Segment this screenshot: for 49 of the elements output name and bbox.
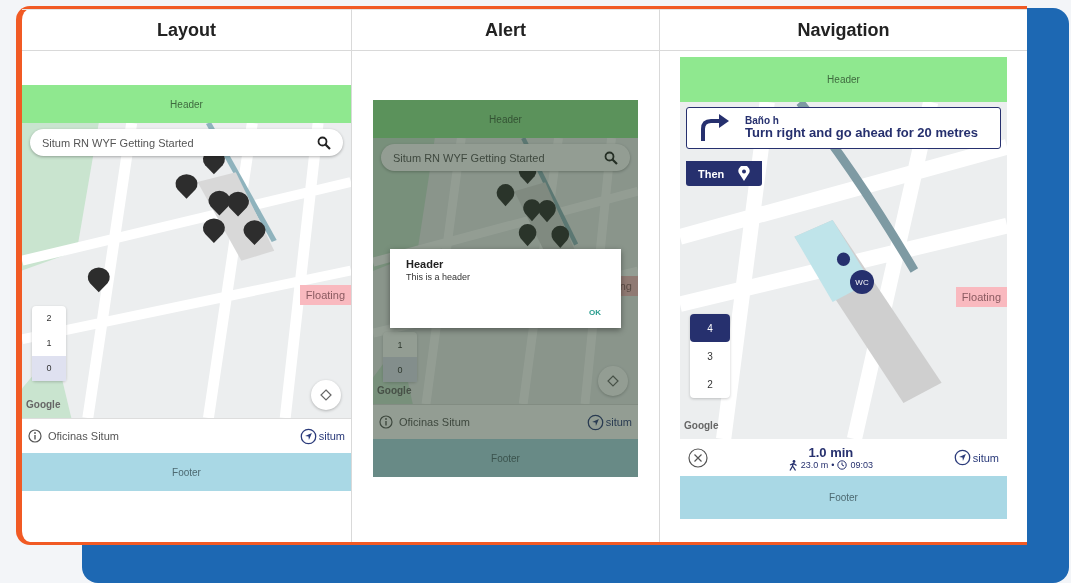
arrival-time: 09:03 (850, 460, 873, 470)
diamond-icon (607, 375, 619, 387)
floor-item[interactable]: 1 (32, 330, 66, 356)
footer-bar: Footer (373, 439, 638, 477)
then-badge: Then (686, 161, 763, 186)
close-icon[interactable] (688, 447, 708, 468)
search-field[interactable]: Situm RN WYF Getting Started (381, 144, 630, 171)
floor-item[interactable]: 1 (383, 332, 417, 358)
search-icon (604, 150, 618, 165)
footer-bar: Footer (22, 453, 351, 491)
floor-item[interactable]: 2 (690, 370, 730, 399)
column-title: Navigation (660, 9, 1027, 51)
header-bar: Header (22, 85, 351, 123)
google-logo: Google (684, 420, 719, 431)
floating-label: Floating (955, 287, 1007, 308)
header-bar: Header (373, 100, 638, 138)
building-name: Oficinas Situm (48, 430, 120, 442)
dialog-message: This is a header (406, 272, 472, 282)
floor-item[interactable]: 3 (690, 342, 730, 371)
pin-icon (738, 166, 751, 181)
duration-text: 1.0 min (808, 444, 854, 460)
dialog-title: Header (406, 258, 445, 270)
floor-item[interactable]: 0 (383, 357, 417, 383)
header-bar: Header (680, 57, 1007, 102)
google-logo: Google (377, 385, 412, 396)
search-field[interactable]: Situm RN WYF Getting Started (30, 129, 343, 156)
column-title: Alert (352, 9, 659, 51)
search-icon (317, 135, 331, 150)
clock-icon (837, 460, 848, 470)
building-name: Oficinas Situm (399, 416, 471, 428)
column-title: Layout (22, 9, 351, 51)
ok-button[interactable]: OK (585, 306, 605, 319)
instruction-text: Turn right and go ahead for 20 metres (745, 126, 979, 141)
separator-dot: • (831, 460, 835, 470)
floor-item[interactable]: 2 (32, 305, 66, 331)
distance-text: 23.0 m (800, 460, 829, 470)
floating-label: Floating (299, 285, 351, 306)
destination-name: Baño h (745, 115, 780, 127)
diamond-icon (320, 389, 332, 401)
situm-logo: situm (299, 427, 345, 445)
info-icon (28, 429, 42, 443)
footer-bar: Footer (680, 476, 1007, 519)
floor-item[interactable]: 4 (690, 314, 730, 343)
walking-icon (788, 459, 798, 471)
info-icon (379, 415, 393, 429)
google-logo: Google (26, 399, 61, 410)
floor-item[interactable]: 0 (32, 355, 66, 381)
situm-logo: situm (586, 413, 632, 431)
situm-logo: situm (953, 449, 999, 466)
